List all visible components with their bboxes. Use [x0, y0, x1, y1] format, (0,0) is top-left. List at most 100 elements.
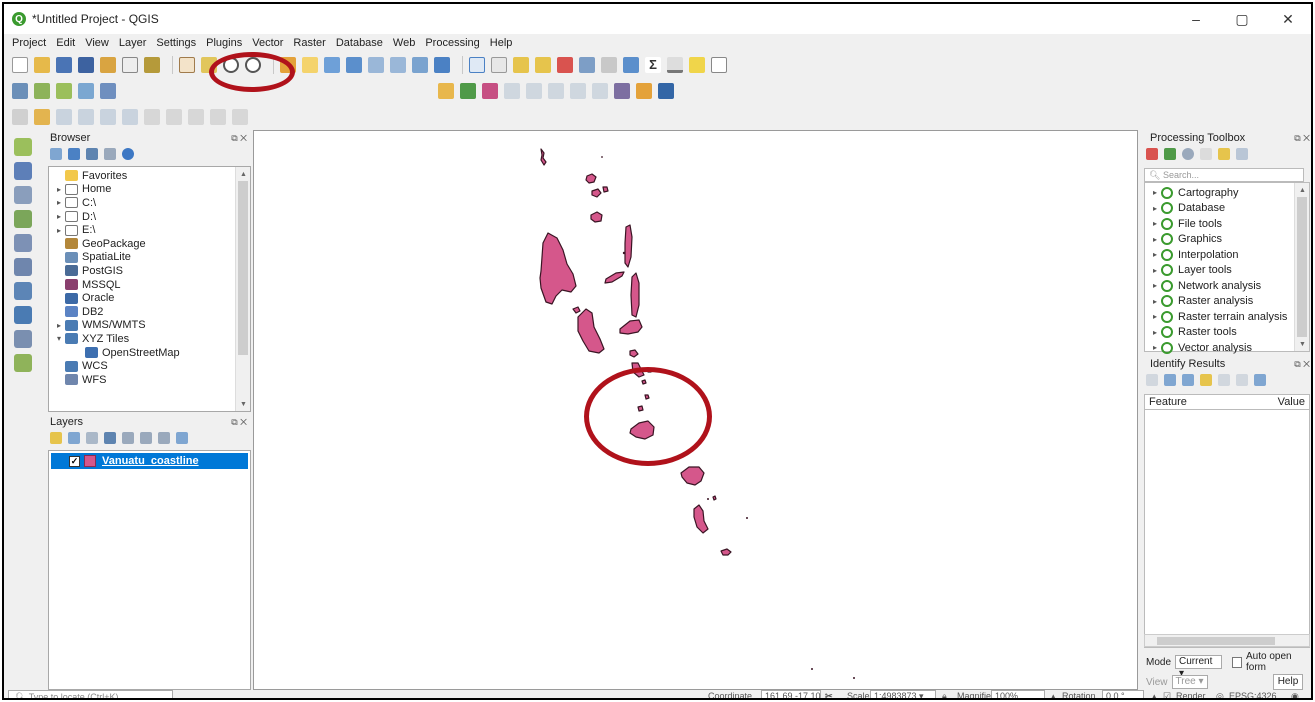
mode-select[interactable]: Current ▾ — [1175, 655, 1222, 679]
add-group-icon[interactable] — [68, 432, 80, 444]
add-selected-icon[interactable] — [50, 148, 62, 160]
processing-group[interactable]: ▸ Vector analysis — [1145, 340, 1309, 356]
label-tool-icon[interactable] — [460, 83, 476, 99]
add-raster-icon[interactable] — [34, 83, 50, 99]
menu-edit[interactable]: Edit — [56, 37, 75, 49]
add-vector-layer-icon[interactable] — [14, 138, 32, 156]
expand-arrow-icon[interactable]: ▸ — [1149, 219, 1161, 228]
redo-icon[interactable] — [232, 109, 248, 125]
menu-layer[interactable]: Layer — [119, 37, 147, 49]
measure-icon[interactable] — [667, 57, 683, 73]
add-wms-icon[interactable] — [14, 282, 32, 300]
pin-label-icon[interactable] — [504, 83, 520, 99]
browser-item[interactable]: WCS — [49, 359, 250, 373]
crs-globe-icon[interactable]: ◎ — [1216, 690, 1224, 698]
layer-visibility-checkbox[interactable]: ✓ — [69, 455, 80, 467]
save-project-icon[interactable] — [56, 57, 72, 73]
auto-open-form-checkbox[interactable] — [1231, 656, 1242, 668]
save-as-icon[interactable] — [78, 57, 94, 73]
show-hide-label-icon[interactable] — [526, 83, 542, 99]
rotation-field[interactable]: 0.0 ° — [1102, 690, 1144, 698]
diagram-icon[interactable] — [614, 83, 630, 99]
map-tips-icon[interactable] — [689, 57, 705, 73]
add-delimited-icon[interactable] — [78, 83, 94, 99]
expand-arrow-icon[interactable]: ▸ — [53, 212, 65, 221]
toolbox-icon[interactable] — [623, 57, 639, 73]
properties-icon[interactable] — [122, 148, 134, 160]
browser-item[interactable]: GeoPackage — [49, 237, 250, 251]
open-project-icon[interactable] — [34, 57, 50, 73]
scroll-up-icon[interactable]: ▲ — [236, 167, 250, 181]
browser-item[interactable]: ▸ E:\ — [49, 223, 250, 237]
processing-group[interactable]: ▸ Network analysis — [1145, 278, 1309, 294]
expand-arrow-icon[interactable]: ▾ — [53, 334, 65, 343]
collapse-tree-icon[interactable] — [1164, 374, 1176, 386]
minimize-button[interactable]: – — [1173, 4, 1219, 34]
print-results-icon[interactable] — [1236, 374, 1248, 386]
menu-database[interactable]: Database — [336, 37, 383, 49]
style-icon[interactable] — [50, 432, 62, 444]
menu-vector[interactable]: Vector — [252, 37, 283, 49]
crs-label[interactable]: EPSG:4326 — [1229, 690, 1277, 698]
browser-item[interactable]: MSSQL — [49, 278, 250, 292]
add-feature-icon[interactable] — [78, 109, 94, 125]
add-wcs-icon[interactable] — [14, 306, 32, 324]
zoom-selection-icon[interactable] — [302, 57, 318, 73]
delete-selected-icon[interactable] — [122, 109, 138, 125]
feature-column-header[interactable]: Feature — [1149, 396, 1187, 408]
processing-group[interactable]: ▸ Raster tools — [1145, 325, 1309, 341]
zoom-last-icon[interactable] — [368, 57, 384, 73]
menu-processing[interactable]: Processing — [425, 37, 479, 49]
expand-arrow-icon[interactable]: ▸ — [1149, 204, 1161, 213]
browser-scroll-thumb[interactable] — [238, 181, 248, 355]
processing-group[interactable]: ▸ Layer tools — [1145, 263, 1309, 279]
panel-float-close-icon[interactable]: ⧉ ✕ — [1294, 359, 1310, 370]
scripts-icon[interactable] — [1164, 148, 1176, 160]
magnifier-spin-icon[interactable]: ▴ — [1051, 690, 1056, 698]
locator-search-input[interactable]: 🔍︎ Type to locate (Ctrl+K) — [8, 690, 173, 698]
field-calculator-icon[interactable] — [601, 57, 617, 73]
add-postgis-icon[interactable] — [14, 258, 32, 276]
add-wfs-icon[interactable] — [14, 330, 32, 348]
new-project-icon[interactable] — [12, 57, 28, 73]
paste-features-icon[interactable] — [188, 109, 204, 125]
move-label-icon[interactable] — [548, 83, 564, 99]
copy-features-icon[interactable] — [166, 109, 182, 125]
lock-scale-icon[interactable]: 🔒︎ — [942, 690, 947, 698]
manage-themes-icon[interactable] — [86, 432, 98, 444]
results-viewer-icon[interactable] — [1200, 148, 1212, 160]
browser-item[interactable]: Favorites — [49, 169, 250, 183]
collapse-all-icon[interactable] — [104, 148, 116, 160]
add-vector-icon[interactable] — [56, 83, 72, 99]
add-geopackage-icon[interactable] — [14, 234, 32, 252]
open-attribute-icon[interactable] — [491, 57, 507, 73]
deselect-icon[interactable] — [557, 57, 573, 73]
processing-group[interactable]: ▸ Interpolation — [1145, 247, 1309, 263]
expand-arrow-icon[interactable]: ▸ — [53, 185, 65, 194]
options-icon[interactable] — [1236, 148, 1248, 160]
identify-settings-icon[interactable] — [1254, 374, 1266, 386]
browser-item[interactable]: PostGIS — [49, 264, 250, 278]
pan-hand-icon[interactable] — [179, 57, 195, 73]
history-icon[interactable] — [1182, 148, 1194, 160]
vertex-tool-icon[interactable] — [100, 109, 116, 125]
scroll-up-icon[interactable]: ▲ — [1295, 183, 1310, 197]
processing-group[interactable]: ▸ Raster terrain analysis — [1145, 309, 1309, 325]
processing-scrollbar[interactable]: ▲ ▼ — [1294, 183, 1309, 351]
expand-arrow-icon[interactable]: ▸ — [1149, 250, 1161, 259]
filter-icon[interactable] — [86, 148, 98, 160]
processing-search-input[interactable]: 🔍︎ Search... — [1144, 168, 1304, 182]
layout-manager-icon[interactable] — [100, 57, 116, 73]
expand-tree-icon[interactable] — [1146, 374, 1158, 386]
style-manager-icon[interactable] — [144, 57, 160, 73]
browser-item[interactable]: OpenStreetMap — [49, 346, 250, 360]
menu-view[interactable]: View — [85, 37, 109, 49]
refresh-icon[interactable] — [68, 148, 80, 160]
change-label-icon[interactable] — [592, 83, 608, 99]
data-source-manager-icon[interactable] — [12, 83, 28, 99]
expand-arrow-icon[interactable]: ▸ — [1149, 235, 1161, 244]
statistics-sum-icon[interactable]: Σ — [645, 57, 661, 73]
collapse-all-icon[interactable] — [158, 432, 170, 444]
panel-float-close-icon[interactable]: ⧉ ✕ — [1294, 133, 1310, 144]
label-icon[interactable] — [438, 83, 454, 99]
